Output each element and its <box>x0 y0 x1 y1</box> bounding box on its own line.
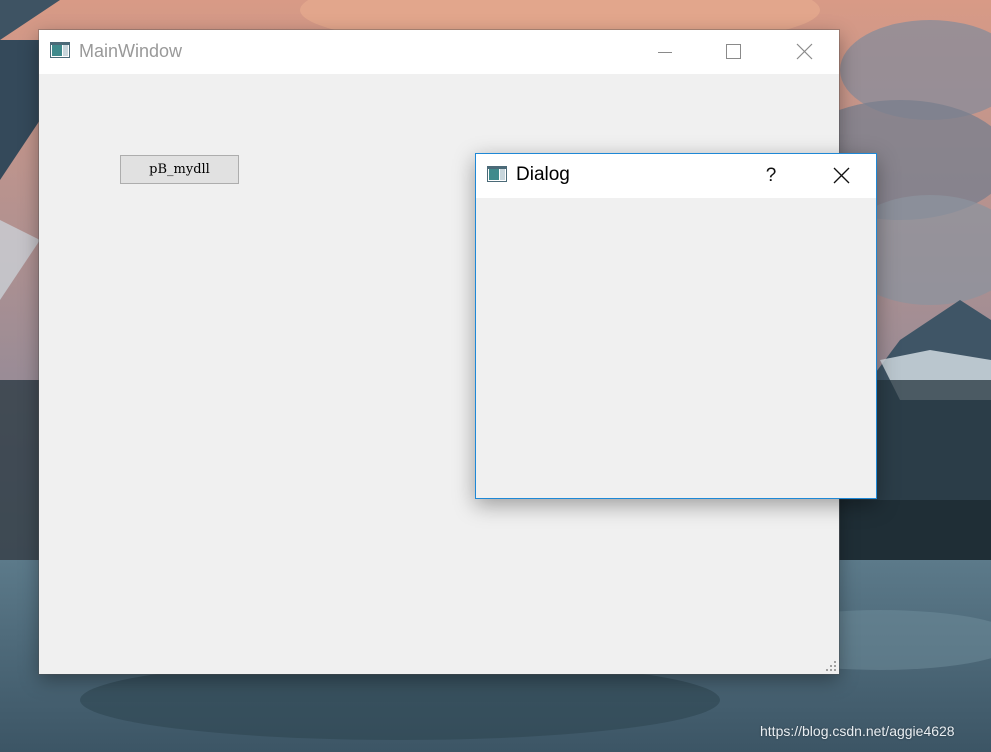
close-icon <box>833 167 850 184</box>
main-window-titlebar[interactable]: MainWindow <box>39 30 839 74</box>
close-button[interactable] <box>781 30 827 74</box>
dialog-title: Dialog <box>516 164 570 185</box>
main-window-title: MainWindow <box>79 41 183 61</box>
help-button[interactable]: ? <box>748 154 794 198</box>
app-window-icon <box>50 42 70 58</box>
dialog-window[interactable]: Dialog ? <box>475 153 877 499</box>
maximize-icon <box>726 44 741 59</box>
blog-watermark: https://blog.csdn.net/aggie4628 <box>760 723 955 739</box>
minimize-icon <box>658 52 672 53</box>
dialog-titlebar[interactable]: Dialog ? <box>476 154 876 198</box>
close-icon <box>796 43 813 60</box>
size-grip-icon[interactable] <box>826 661 836 671</box>
pb-mydll-button[interactable]: pB_mydll <box>120 155 239 184</box>
maximize-button[interactable] <box>710 30 756 74</box>
minimize-button[interactable] <box>641 30 687 74</box>
app-window-icon <box>487 166 507 182</box>
dialog-close-button[interactable] <box>818 154 864 198</box>
